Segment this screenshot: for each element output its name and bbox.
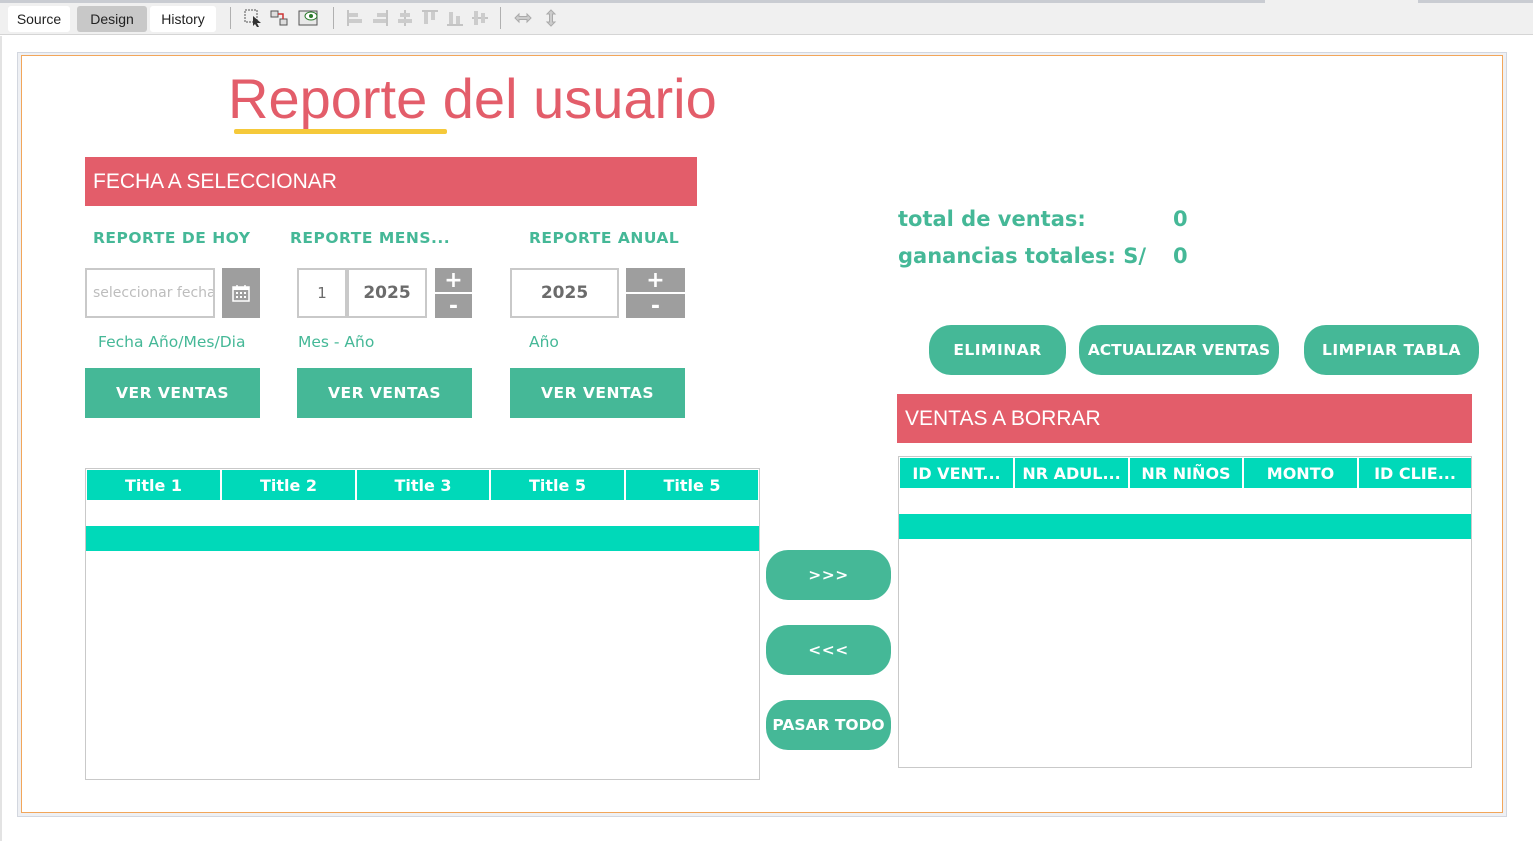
month-field[interactable]: 1 xyxy=(297,268,347,318)
toolbar-top-border xyxy=(0,0,1265,3)
sales-table-header-3[interactable]: Title 3 xyxy=(357,470,489,500)
date-picker-field[interactable]: seleccionar fecha xyxy=(85,268,215,318)
tab-design[interactable]: Design xyxy=(77,6,147,32)
total-profit-label: ganancias totales: S/ xyxy=(898,244,1147,268)
date-picker-placeholder: seleccionar fecha xyxy=(93,285,215,301)
table-row[interactable] xyxy=(899,514,1471,539)
align-right-icon[interactable] xyxy=(369,7,391,29)
toolbar-separator xyxy=(500,7,501,29)
monthly-decrement-button[interactable]: - xyxy=(435,294,472,319)
align-top-icon[interactable] xyxy=(419,7,441,29)
tab-source[interactable]: Source xyxy=(8,6,70,32)
yearly-view-sales-button[interactable]: VER VENTAS xyxy=(510,368,685,418)
sales-table-header-4[interactable]: Title 5 xyxy=(491,470,624,500)
daily-report-hint: Fecha Año/Mes/Dia xyxy=(98,333,246,351)
align-bottom-icon[interactable] xyxy=(444,7,466,29)
connection-mode-icon[interactable] xyxy=(268,7,290,29)
sales-table-header-5[interactable]: Title 5 xyxy=(626,470,758,500)
monthly-increment-button[interactable]: + xyxy=(435,268,472,293)
yearly-report-hint: Año xyxy=(529,333,559,351)
delete-button[interactable]: ELIMINAR xyxy=(929,325,1066,375)
delete-table-header-id-sale[interactable]: ID VENT... xyxy=(900,458,1013,488)
toolbar-separator xyxy=(230,7,231,29)
move-left-button[interactable]: <<< xyxy=(766,625,891,675)
move-right-button[interactable]: >>> xyxy=(766,550,891,600)
sales-table[interactable]: Title 1 Title 2 Title 3 Title 5 Title 5 xyxy=(85,468,760,780)
toolbar-top-border-right xyxy=(1418,0,1533,3)
resize-horizontal-icon[interactable] xyxy=(512,7,534,29)
table-row[interactable] xyxy=(86,526,759,551)
date-section-banner: FECHA A SELECCIONAR xyxy=(85,157,697,206)
total-sales-label: total de ventas: xyxy=(898,207,1086,231)
delete-section-banner: VENTAS A BORRAR xyxy=(897,394,1472,443)
ide-toolbar: Source Design History xyxy=(0,0,1533,35)
calendar-icon xyxy=(232,285,250,302)
center-vertically-icon[interactable] xyxy=(469,7,491,29)
monthly-report-hint: Mes - Año xyxy=(298,333,375,351)
preview-design-icon[interactable] xyxy=(298,7,320,29)
sales-table-header-2[interactable]: Title 2 xyxy=(222,470,355,500)
month-year-field[interactable]: 2025 xyxy=(347,268,427,318)
delete-table-header-id-client[interactable]: ID CLIE... xyxy=(1359,458,1471,488)
monthly-view-sales-button[interactable]: VER VENTAS xyxy=(297,368,472,418)
year-field[interactable]: 2025 xyxy=(510,268,619,318)
tab-history[interactable]: History xyxy=(150,6,216,32)
calendar-button[interactable] xyxy=(222,268,260,318)
align-left-icon[interactable] xyxy=(344,7,366,29)
editor-left-gutter xyxy=(0,36,2,841)
resize-vertical-icon[interactable] xyxy=(540,7,562,29)
delete-table-header-adults[interactable]: NR ADUL... xyxy=(1015,458,1128,488)
clear-table-button[interactable]: LIMPIAR TABLA xyxy=(1304,325,1479,375)
move-all-button[interactable]: PASAR TODO xyxy=(766,700,891,750)
update-sales-button[interactable]: ACTUALIZAR VENTAS xyxy=(1079,325,1279,375)
yearly-report-label: REPORTE ANUAL xyxy=(529,229,680,247)
daily-report-label: REPORTE DE HOY xyxy=(93,229,251,247)
toolbar-separator xyxy=(333,7,334,29)
delete-table-header-children[interactable]: NR NIÑOS xyxy=(1130,458,1242,488)
total-sales-value: 0 xyxy=(1173,207,1188,231)
yearly-increment-button[interactable]: + xyxy=(626,268,685,293)
title-underline xyxy=(234,129,447,134)
center-horizontally-icon[interactable] xyxy=(394,7,416,29)
page-title: Reporte del usuario xyxy=(228,67,717,130)
delete-table[interactable]: ID VENT... NR ADUL... NR NIÑOS MONTO ID … xyxy=(898,456,1472,768)
daily-view-sales-button[interactable]: VER VENTAS xyxy=(85,368,260,418)
monthly-report-label: REPORTE MENS... xyxy=(290,229,451,247)
delete-table-header-amount[interactable]: MONTO xyxy=(1244,458,1357,488)
selection-mode-icon[interactable] xyxy=(242,7,264,29)
total-profit-value: 0 xyxy=(1173,244,1188,268)
sales-table-header-1[interactable]: Title 1 xyxy=(87,470,220,500)
yearly-decrement-button[interactable]: - xyxy=(626,294,685,319)
